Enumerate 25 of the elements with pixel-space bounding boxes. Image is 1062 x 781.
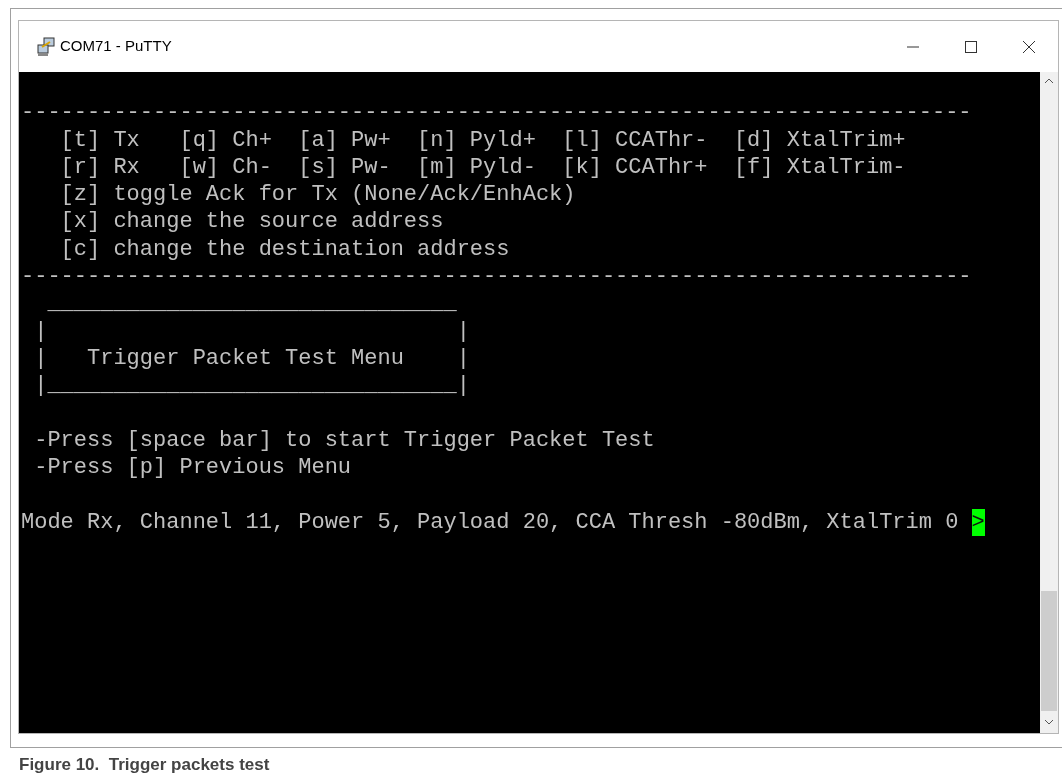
putty-icon [36,36,56,57]
scrollbar[interactable] [1040,72,1058,733]
terminal-line: ------------------------------------------------------------------------ [21,99,972,127]
terminal-line: Mode Rx, Channel 11, Power 5, Payload 20, CCA Thresh -80dBm, XtalTrim 0 [21,508,960,537]
terminal-line: |_______________________________| [33,372,470,400]
terminal-cursor: > [971,508,985,537]
terminal-line: | Trigger Packet Test Menu | [33,344,470,373]
figure-caption: Figure 10. Trigger packets test [19,754,270,776]
terminal-line: [x] change the source address [59,208,444,236]
terminal-line: [c] change the destination address [59,235,510,264]
scroll-up-icon[interactable] [1044,78,1054,84]
terminal-line: | | [33,317,470,345]
close-icon [1023,40,1035,53]
terminal-line: [z] toggle Ack for Tx (None/Ack/EnhAck) [59,181,576,209]
terminal-line: -Press [space bar] to start Trigger Packet Test [33,426,655,455]
terminal-line: ------------------------------------------------------------------------ [21,263,972,291]
terminal-line: [r] Rx [w] Ch- [s] Pw- [m] Pyld- [k] CCAThr+ [f] XtalTrim- [59,153,906,182]
scrollbar-thumb[interactable] [1041,591,1057,711]
scroll-down-icon[interactable] [1044,719,1054,725]
maximize-icon [965,40,977,53]
terminal-line: [t] Tx [q] Ch+ [a] Pw+ [n] Pyld+ [l] CCAThr- [d] XtalTrim+ [59,126,906,154]
minimize-icon [907,45,919,48]
window-title: COM71 - PuTTY [60,36,172,57]
terminal-line: -Press [p] Previous Menu [33,454,352,482]
terminal-line: _______________________________ [46,290,457,318]
